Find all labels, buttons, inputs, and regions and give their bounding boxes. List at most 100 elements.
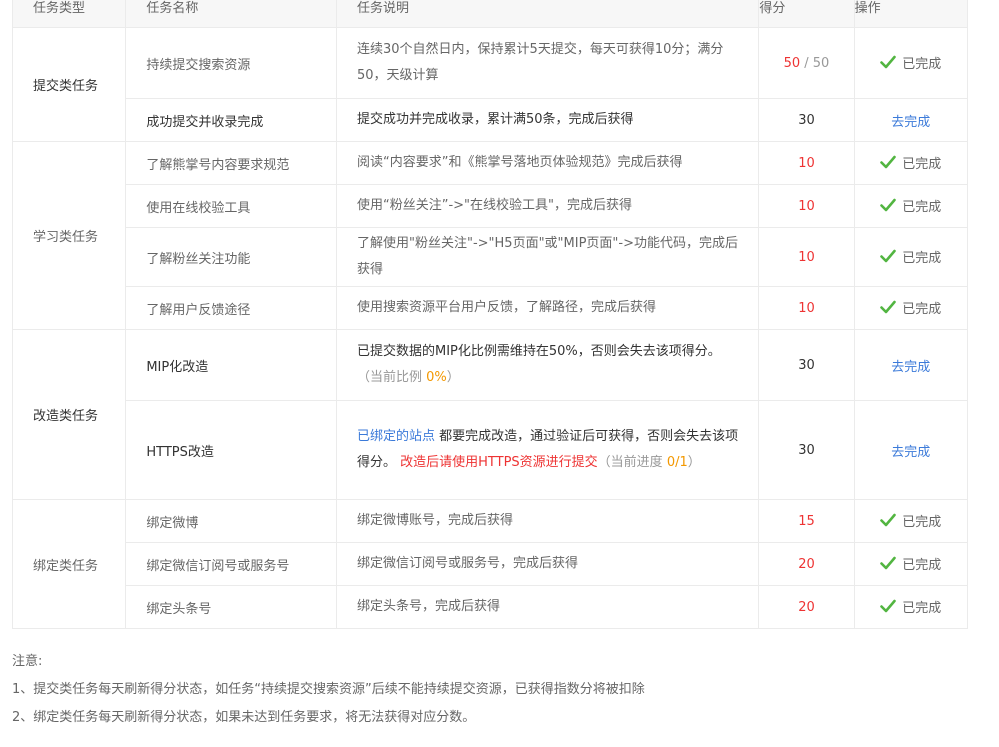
task-name: 了解用户反馈途径 <box>125 286 337 330</box>
table-row: 绑定类任务 绑定微博 绑定微博账号，完成后获得 15 已完成 <box>11 499 969 629</box>
task-name: 持续提交搜索资源 <box>125 27 337 99</box>
table-row: 提交类任务 持续提交搜索资源 连续30个自然日内，保持累计5天提交，每天可获得1… <box>11 27 969 142</box>
group-bind: 绑定类任务 <box>11 499 127 629</box>
task-status: 已完成 <box>853 542 969 586</box>
desc-note-post: ） <box>687 455 701 470</box>
table-row: 绑定微信订阅号或服务号 绑定微信订阅号或服务号，完成后获得 20 已完成 <box>13 542 969 586</box>
task-name: 绑定微信订阅号或服务号 <box>125 542 337 586</box>
task-name: 绑定头条号 <box>125 585 337 629</box>
task-status: 已完成 <box>853 286 969 330</box>
table-row: 绑定头条号 绑定头条号，完成后获得 20 已完成 <box>13 585 969 629</box>
task-score: 10 <box>758 141 855 185</box>
score-total: 50 <box>812 55 830 71</box>
notes: 注意: 1、提交类任务每天刷新得分状态，如任务“持续提交搜索资源”后续不能持续提… <box>12 648 645 732</box>
check-icon <box>880 198 897 212</box>
task-score: 20 <box>758 585 855 629</box>
desc-note-pre: （当前比例 <box>357 370 427 385</box>
task-desc: 了解使用"粉丝关注"->"H5页面"或"MIP页面"->功能代码，完成后获得 <box>335 227 760 287</box>
group-learn: 学习类任务 <box>11 141 127 330</box>
task-score: 20 <box>758 542 855 586</box>
task-name: 绑定微博 <box>125 499 337 543</box>
task-name: MIP化改造 <box>125 329 337 401</box>
desc-main: 已提交数据的MIP化比例需维持在50%，否则会失去该项得分。 <box>357 344 721 359</box>
task-desc: 绑定微信订阅号或服务号，完成后获得 <box>335 542 760 586</box>
status-done: 已完成 <box>902 56 942 72</box>
task-status: 去完成 <box>853 329 969 401</box>
task-desc: 使用“粉丝关注”->"在线校验工具"，完成后获得 <box>335 184 760 228</box>
task-name: 了解熊掌号内容要求规范 <box>125 141 337 185</box>
task-name: 了解粉丝关注功能 <box>125 227 337 287</box>
desc-note-post: ） <box>446 370 460 385</box>
task-score: 30 <box>758 400 855 500</box>
task-status: 已完成 <box>853 184 969 228</box>
task-status: 已完成 <box>853 27 969 99</box>
status-done: 已完成 <box>902 514 942 530</box>
group-submit: 提交类任务 <box>11 27 127 142</box>
table-row: HTTPS改造 已绑定的站点 都要完成改造，通过验证后可获得，否则会失去该项得分… <box>13 400 969 500</box>
table-row: 使用在线校验工具 使用“粉丝关注”->"在线校验工具"，完成后获得 10 已完成 <box>13 184 969 228</box>
task-status: 去完成 <box>853 400 969 500</box>
check-icon <box>880 513 897 527</box>
task-score: 30 <box>758 98 855 142</box>
task-score: 30 <box>758 329 855 401</box>
table-row: 了解用户反馈途径 使用搜索资源平台用户反馈，了解路径，完成后获得 10 已完成 <box>13 286 969 330</box>
table-row: 改造类任务 MIP化改造 已提交数据的MIP化比例需维持在50%，否则会失去该项… <box>11 329 969 500</box>
desc-note-val: 0% <box>426 370 447 385</box>
status-done: 已完成 <box>902 156 942 172</box>
header-type: 任务类型 <box>11 0 127 28</box>
status-done: 已完成 <box>902 557 942 573</box>
task-desc: 阅读“内容要求”和《熊掌号落地页体验规范》完成后获得 <box>335 141 760 185</box>
task-desc: 使用搜索资源平台用户反馈，了解路径，完成后获得 <box>335 286 760 330</box>
task-score: 15 <box>758 499 855 543</box>
task-table: 任务类型 任务名称 任务说明 得分 操作 提交类任务 持续提交搜索资源 连续30… <box>11 0 969 629</box>
task-desc: 绑定微博账号，完成后获得 <box>335 499 760 543</box>
task-name: HTTPS改造 <box>125 400 337 500</box>
go-complete-link[interactable]: 去完成 <box>891 360 930 375</box>
status-done: 已完成 <box>902 250 942 266</box>
note-2: 2、绑定类任务每天刷新得分状态，如果未达到任务要求，将无法获得对应分数。 <box>12 710 476 725</box>
task-name: 使用在线校验工具 <box>125 184 337 228</box>
header-name: 任务名称 <box>125 0 337 28</box>
status-done: 已完成 <box>902 301 942 317</box>
score-sep: / <box>800 55 813 71</box>
check-icon <box>880 55 897 69</box>
table-row: 了解粉丝关注功能 了解使用"粉丝关注"->"H5页面"或"MIP页面"->功能代… <box>13 227 969 287</box>
task-score: 10 <box>758 286 855 330</box>
check-icon <box>880 249 897 263</box>
desc-note-pre: （当前进度 <box>597 455 667 470</box>
desc-red: 改造后请使用HTTPS资源进行提交 <box>400 455 598 470</box>
note-1: 1、提交类任务每天刷新得分状态，如任务“持续提交搜索资源”后续不能持续提交资源，… <box>12 682 645 697</box>
task-desc: 提交成功并完成收录，累计满50条，完成后获得 <box>335 98 760 142</box>
bound-sites-link[interactable]: 已绑定的站点 <box>357 429 435 444</box>
task-status: 已完成 <box>853 499 969 543</box>
task-score: 10 <box>758 184 855 228</box>
task-status: 已完成 <box>853 141 969 185</box>
task-desc: 绑定头条号，完成后获得 <box>335 585 760 629</box>
check-icon <box>880 599 897 613</box>
check-icon <box>880 300 897 314</box>
status-done: 已完成 <box>902 199 942 215</box>
table-header-row: 任务类型 任务名称 任务说明 得分 操作 <box>11 0 969 28</box>
table-row: 成功提交并收录完成 提交成功并完成收录，累计满50条，完成后获得 30 去完成 <box>13 98 969 142</box>
notes-title: 注意: <box>12 654 43 669</box>
group-reform: 改造类任务 <box>11 329 127 500</box>
table-row: 学习类任务 了解熊掌号内容要求规范 阅读“内容要求”和《熊掌号落地页体验规范》完… <box>11 141 969 330</box>
go-complete-link[interactable]: 去完成 <box>891 445 930 460</box>
task-desc: 连续30个自然日内，保持累计5天提交，每天可获得10分；满分50，天级计算 <box>335 27 760 99</box>
check-icon <box>880 155 897 169</box>
header-op: 操作 <box>853 0 969 28</box>
task-status: 已完成 <box>853 585 969 629</box>
task-score: 50 / 50 <box>758 27 855 99</box>
status-done: 已完成 <box>902 600 942 616</box>
task-desc: 已提交数据的MIP化比例需维持在50%，否则会失去该项得分。 （当前比例 0%） <box>335 329 760 401</box>
task-score: 10 <box>758 227 855 287</box>
task-status: 去完成 <box>853 98 969 142</box>
score-have: 50 <box>783 55 801 71</box>
desc-note-val: 0/1 <box>666 455 688 470</box>
go-complete-link[interactable]: 去完成 <box>891 115 930 130</box>
header-score: 得分 <box>758 0 855 28</box>
task-status: 已完成 <box>853 227 969 287</box>
task-name: 成功提交并收录完成 <box>125 98 337 142</box>
header-desc: 任务说明 <box>335 0 760 28</box>
check-icon <box>880 556 897 570</box>
